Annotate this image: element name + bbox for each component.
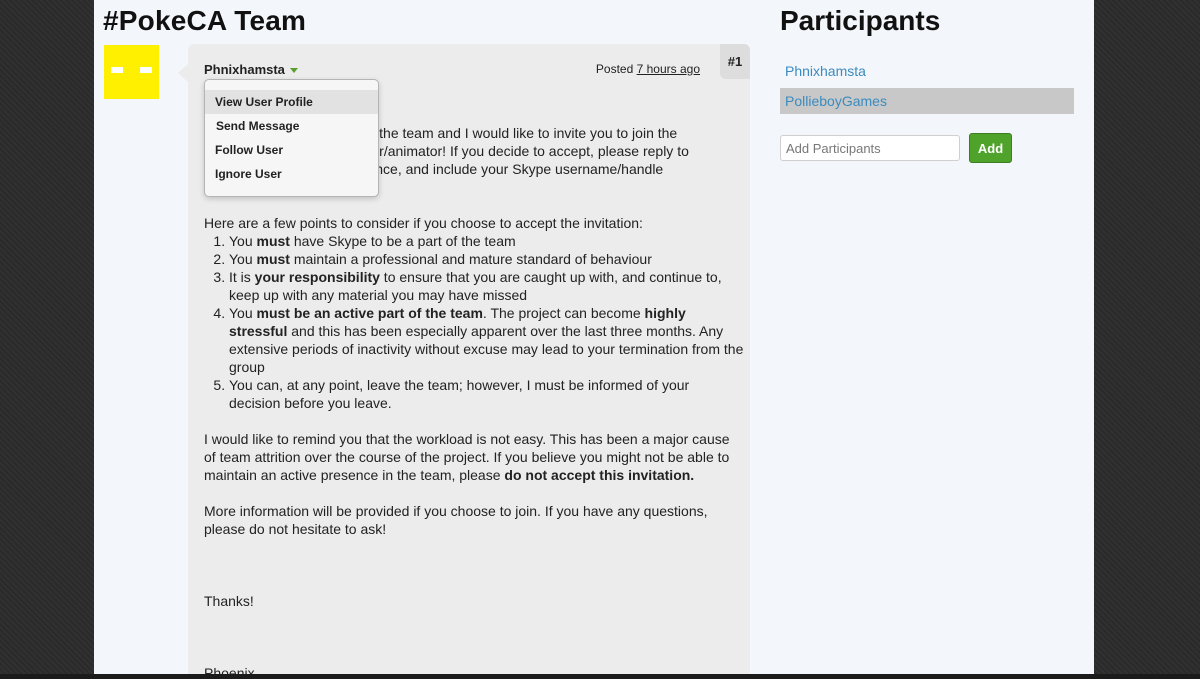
points-intro: Here are a few points to consider if you… (204, 215, 643, 231)
user-menu-dropdown: View User Profile Send Message Follow Us… (204, 79, 379, 197)
thanks-text: Thanks! (204, 593, 254, 609)
send-message-menu-item[interactable]: Send Message (205, 114, 378, 138)
list-item: You must have Skype to be a part of the … (229, 232, 744, 250)
list-item: You can, at any point, leave the team; h… (229, 376, 744, 412)
add-participants-input[interactable] (780, 135, 960, 161)
bottom-strip (0, 674, 1200, 679)
author-name: Phnixhamsta (204, 62, 285, 77)
avatar[interactable] (104, 45, 159, 99)
participants-title: Participants (780, 5, 941, 36)
list-item: You must maintain a professional and mat… (229, 250, 744, 268)
message-number[interactable]: #1 (720, 44, 750, 79)
chevron-down-icon (289, 68, 298, 74)
conversation-title: #PokeCA Team (103, 5, 307, 36)
ignore-user-menu-item[interactable]: Ignore User (205, 162, 378, 186)
signature-text: Phoenix (204, 665, 255, 674)
add-participant-button[interactable]: Add (969, 133, 1012, 163)
avatar-eye-right (140, 67, 152, 73)
view-user-profile-menu-item[interactable]: View User Profile (205, 90, 378, 114)
page: #PokeCA Team #1 Phnixhamsta Posted 7 hou… (94, 0, 1094, 674)
workload-paragraph: I would like to remind you that the work… (204, 431, 730, 483)
participant-phnixhamsta[interactable]: Phnixhamsta (780, 58, 1074, 84)
list-item: You must be an active part of the team. … (229, 304, 744, 376)
points-list: You must have Skype to be a part of the … (204, 232, 744, 412)
message-body: cation, the team and I would like to inv… (204, 124, 744, 674)
more-info-paragraph: More information will be provided if you… (204, 503, 708, 537)
author-username[interactable]: Phnixhamsta (204, 62, 298, 77)
participant-pollieboygames[interactable]: PollieboyGames (780, 88, 1074, 114)
message-bubble-arrow (178, 64, 188, 82)
list-item: It is your responsibility to ensure that… (229, 268, 744, 304)
follow-user-menu-item[interactable]: Follow User (205, 138, 378, 162)
message-post: #1 Phnixhamsta Posted 7 hours ago cation… (188, 44, 750, 674)
posted-timestamp: Posted 7 hours ago (596, 62, 700, 76)
posted-time-link[interactable]: 7 hours ago (637, 62, 700, 76)
avatar-eye-left (111, 67, 123, 73)
posted-label: Posted (595, 62, 634, 76)
